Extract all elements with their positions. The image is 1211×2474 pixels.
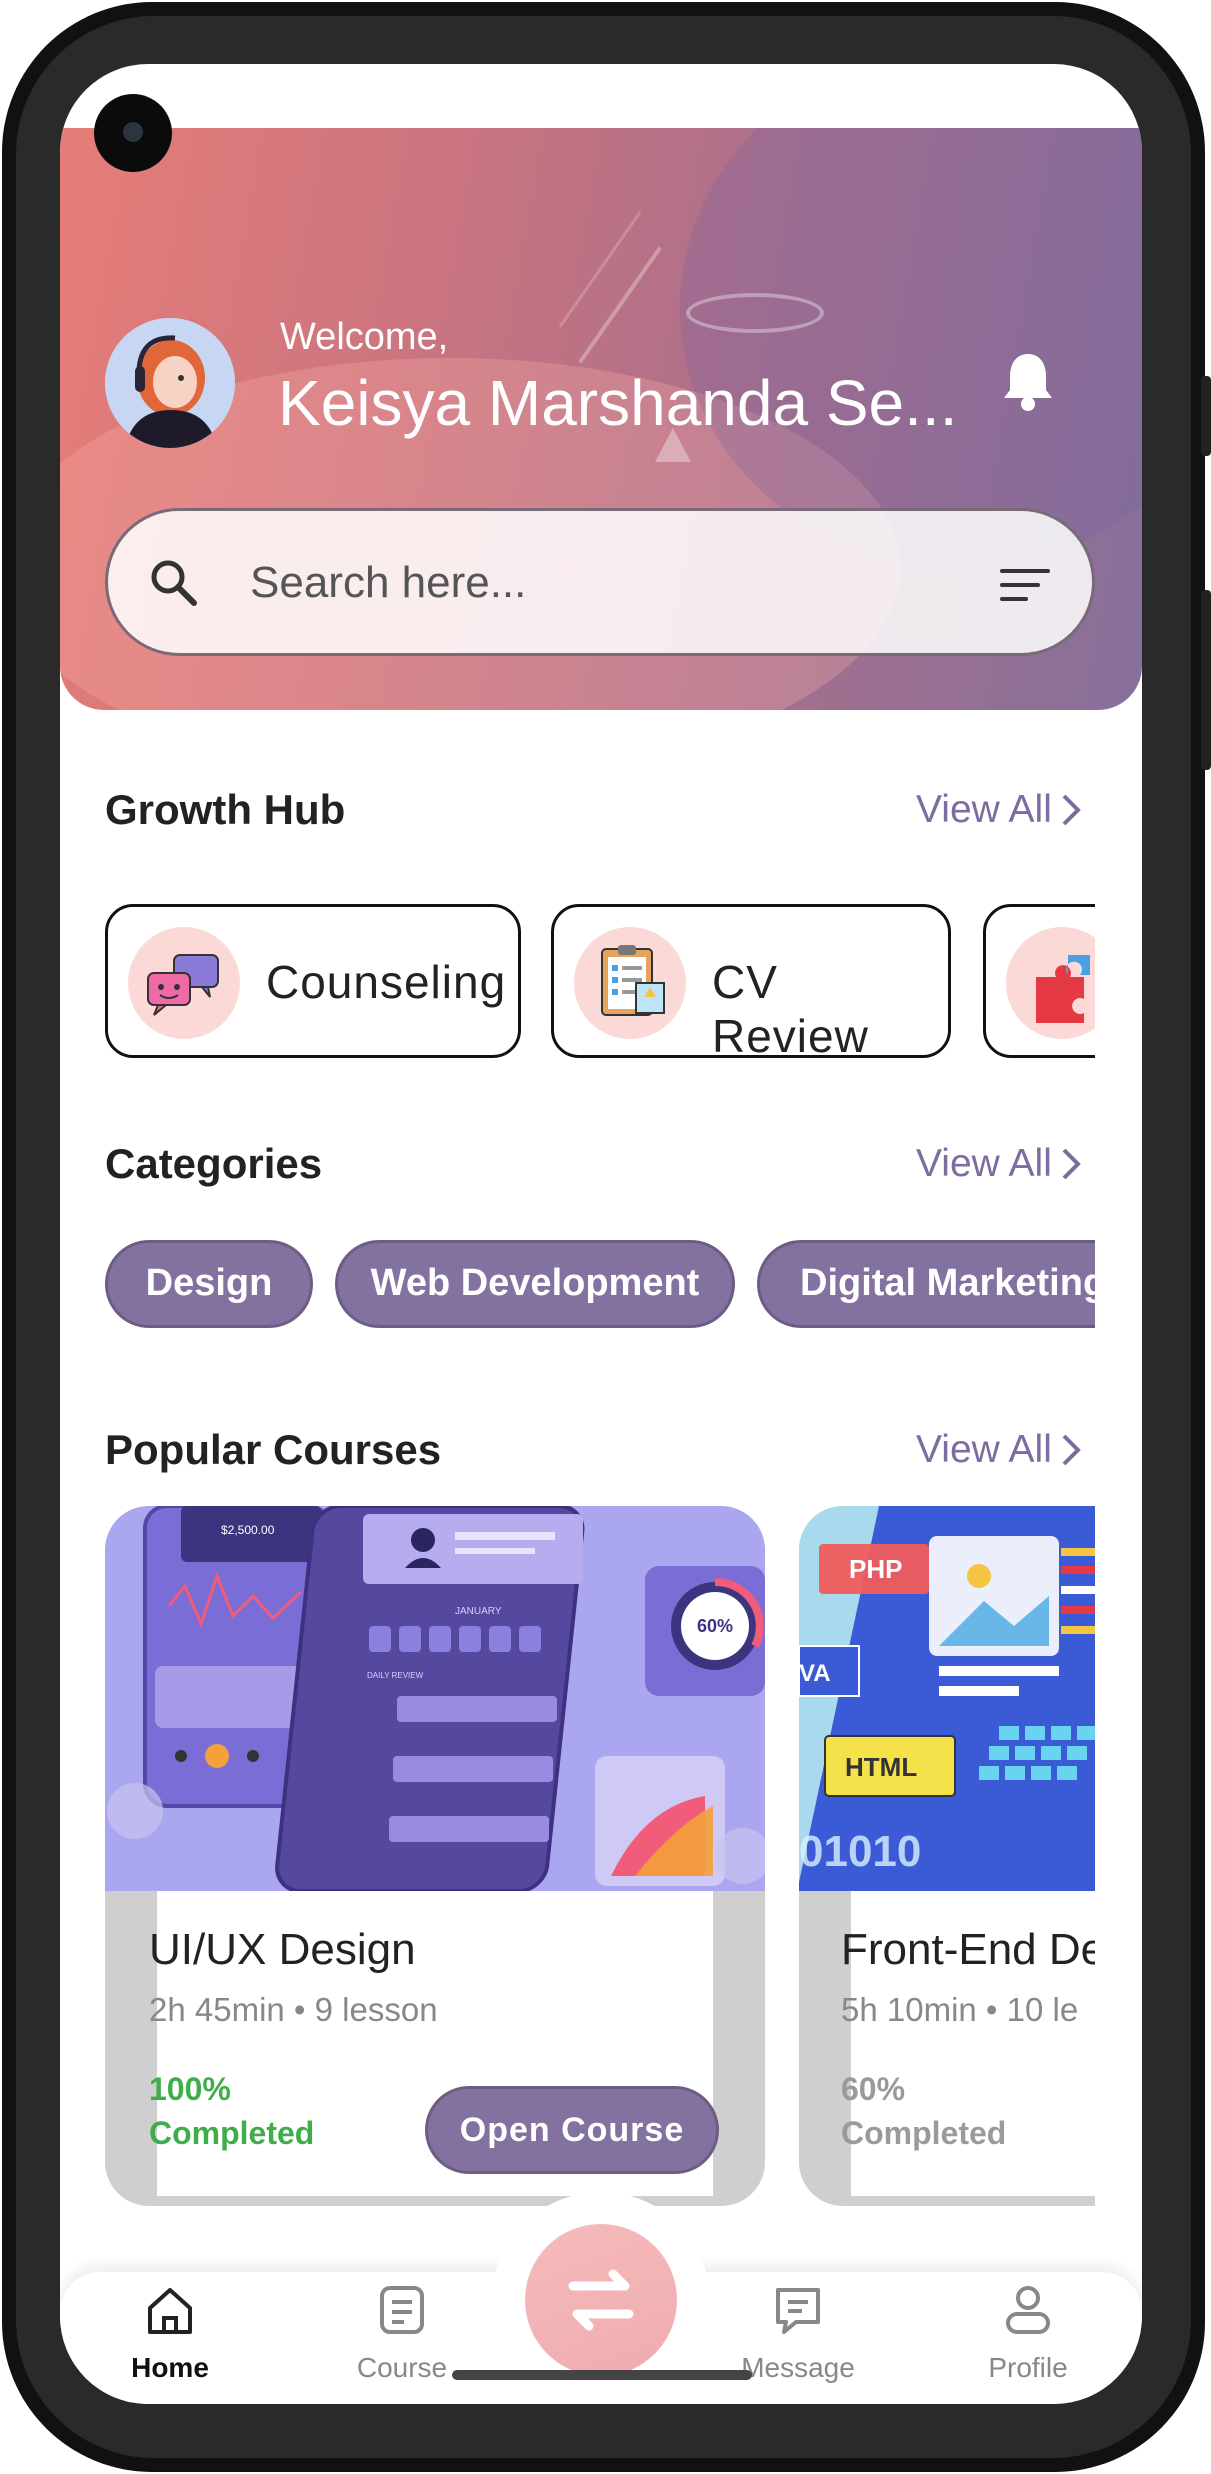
chevron-right-icon (1062, 1434, 1081, 1466)
course-image-percent: 60% (697, 1616, 733, 1636)
category-chip[interactable]: Design (105, 1240, 313, 1328)
decor-line (558, 211, 642, 328)
view-all-label: View All (916, 788, 1052, 831)
course-image-frontend: PHP VA HTML 01010 (799, 1506, 1095, 1891)
filter-icon[interactable] (998, 565, 1054, 605)
popular-courses-list: $2,500.00 JANUARY DAILY REVIEW 60% UI/UX… (105, 1506, 1095, 2206)
course-image-html: HTML (845, 1752, 917, 1782)
course-image-daily: DAILY REVIEW (367, 1671, 424, 1680)
course-image-binary: 01010 (799, 1827, 921, 1876)
puzzle-icon (1006, 927, 1095, 1039)
nav-item-profile[interactable]: Profile (928, 2272, 1128, 2404)
welcome-text: Welcome, (280, 316, 449, 358)
chevron-right-icon (1062, 794, 1081, 826)
decor-ellipse (686, 293, 824, 333)
nav-label: Home (131, 2352, 209, 2383)
popular-courses-title: Popular Courses (105, 1426, 442, 1473)
growth-hub-view-all[interactable]: View All (916, 788, 1082, 832)
course-info: Front-End De 5h 10min • 10 le 60% Comple… (841, 1891, 1095, 2196)
categories-title: Categories (105, 1140, 323, 1187)
view-all-label: View All (916, 1142, 1052, 1185)
nav-item-home[interactable]: Home (70, 2272, 270, 2404)
hub-label: Counseling (266, 956, 507, 1008)
course-card[interactable]: PHP VA HTML 01010 Front-End De 5h 10min … (799, 1506, 1095, 2206)
course-info: UI/UX Design 2h 45min • 9 lesson 100% Co… (149, 1891, 719, 2196)
decor-line (578, 246, 662, 364)
course-progress-status: Completed (841, 2115, 1007, 2151)
bell-icon[interactable] (1000, 350, 1056, 412)
nav-item-message[interactable]: Message (698, 2272, 898, 2404)
course-doc-icon (380, 2286, 424, 2334)
hub-label: CV Review (712, 956, 869, 1062)
avatar[interactable] (105, 318, 235, 448)
app-screen: Welcome, Keisya Marshanda Se... Growth H… (60, 64, 1142, 2404)
profile-icon (1006, 2286, 1050, 2334)
side-button (1201, 590, 1211, 770)
search-input[interactable] (248, 551, 952, 615)
course-progress-percent: 100% (149, 2071, 231, 2107)
swap-arrows-icon (568, 2269, 634, 2331)
message-icon (776, 2288, 820, 2334)
nav-label: Profile (988, 2352, 1068, 2383)
course-title: UI/UX Design (149, 1925, 416, 1974)
chevron-right-icon (1062, 1148, 1081, 1180)
header-banner: Welcome, Keisya Marshanda Se... (60, 128, 1142, 710)
course-image-php: PHP (849, 1554, 902, 1584)
course-image-money: $2,500.00 (221, 1523, 275, 1537)
counseling-chat-icon (128, 927, 240, 1039)
search-bar[interactable] (105, 508, 1095, 656)
hub-card-counseling[interactable]: Counseling (105, 904, 521, 1058)
categories-list: Design Web Development Digital Marketing (105, 1240, 1095, 1332)
camera-icon (94, 94, 172, 172)
gesture-bar (452, 2370, 752, 2380)
hub-card-puzzle[interactable] (983, 904, 1095, 1058)
view-all-label: View All (916, 1428, 1052, 1471)
growth-hub-title: Growth Hub (105, 786, 346, 833)
open-course-button[interactable]: Open Course (425, 2086, 719, 2174)
side-button (1201, 376, 1211, 456)
center-fab-button[interactable] (525, 2224, 677, 2376)
course-card[interactable]: $2,500.00 JANUARY DAILY REVIEW 60% UI/UX… (105, 1506, 765, 2206)
search-icon (151, 560, 197, 606)
growth-hub-list: Counseling CV Review (105, 904, 1095, 1064)
nav-item-course[interactable]: Course (302, 2272, 502, 2404)
course-meta: 5h 10min • 10 le (841, 1991, 1079, 2028)
cv-clipboard-icon (574, 927, 686, 1039)
hub-card-cv-review[interactable]: CV Review (551, 904, 951, 1062)
course-progress-status: Completed (149, 2115, 315, 2151)
course-progress: 100% Completed (149, 2067, 314, 2155)
popular-courses-view-all[interactable]: View All (916, 1428, 1082, 1472)
category-chip[interactable]: Digital Marketing (757, 1240, 1095, 1328)
home-icon (148, 2288, 192, 2334)
course-meta: 2h 45min • 9 lesson (149, 1991, 438, 2028)
course-progress-percent: 60% (841, 2071, 906, 2107)
course-image-uiux: $2,500.00 JANUARY DAILY REVIEW 60% (105, 1506, 765, 1891)
category-chip[interactable]: Web Development (335, 1240, 735, 1328)
course-title: Front-End De (841, 1925, 1095, 1974)
course-image-java: VA (799, 1660, 831, 1687)
categories-view-all[interactable]: View All (916, 1142, 1082, 1186)
course-progress: 60% Completed (841, 2067, 1006, 2155)
course-image-month: JANUARY (455, 1606, 502, 1617)
user-name: Keisya Marshanda Se... (278, 367, 958, 439)
